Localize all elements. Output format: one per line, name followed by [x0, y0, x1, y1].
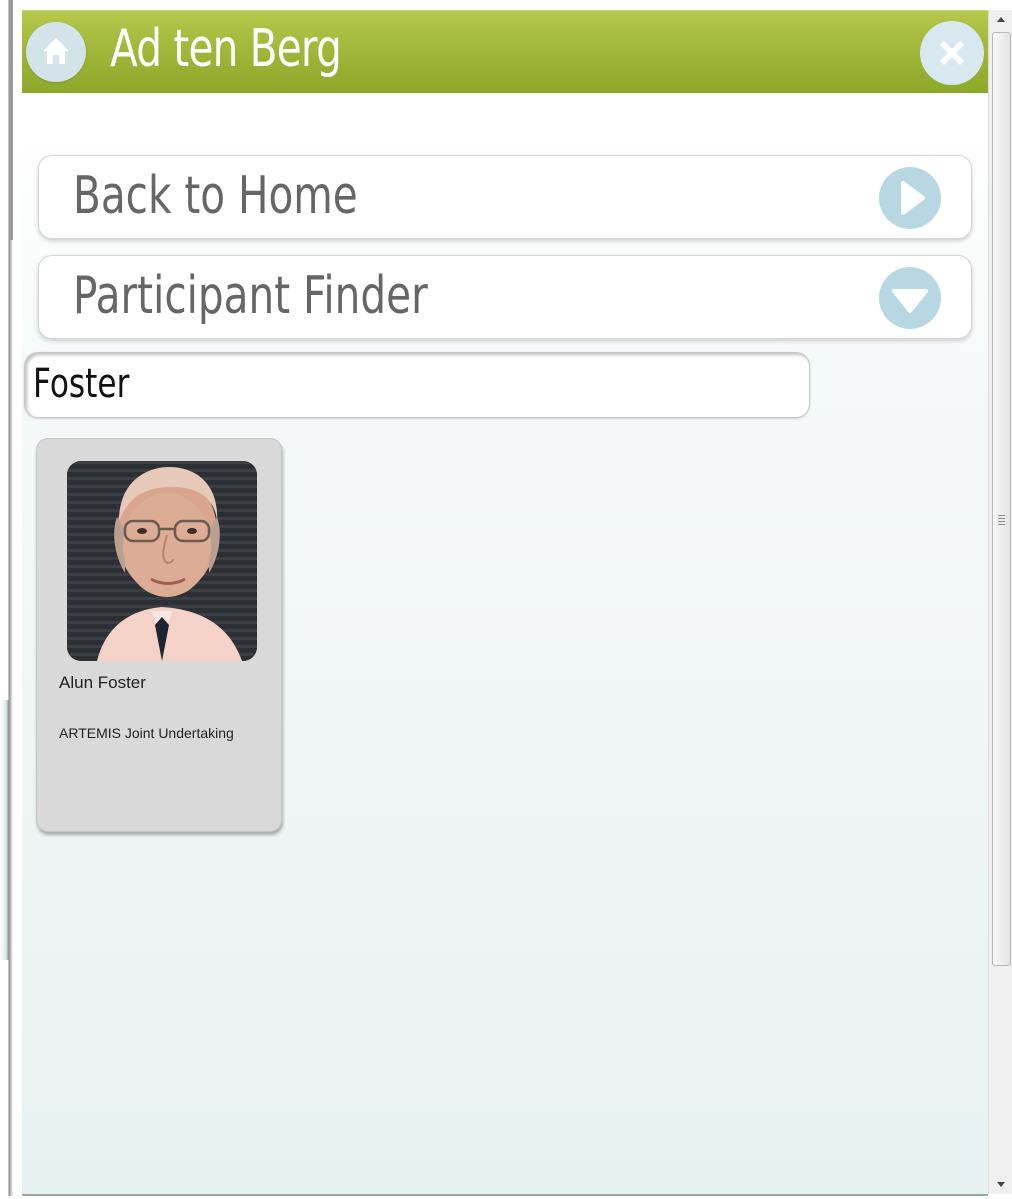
grip-icon [998, 515, 1005, 527]
back-to-home-row[interactable]: Back to Home [38, 155, 972, 239]
arrow-right-button[interactable] [879, 167, 941, 229]
app-window: Ad ten Berg Back to Home Participant Fin… [22, 10, 988, 1196]
participant-search-input[interactable]: Foster [24, 352, 810, 418]
page-title: Ad ten Berg [110, 19, 342, 79]
header-bar: Ad ten Berg [22, 10, 988, 93]
scroll-down-button[interactable] [989, 1174, 1012, 1194]
participant-card[interactable]: Alun Foster ARTEMIS Joint Undertaking [36, 438, 282, 832]
participant-finder-row[interactable]: Participant Finder [38, 255, 972, 339]
vertical-scrollbar[interactable] [988, 10, 1012, 1194]
scroll-down-icon [997, 1182, 1005, 1187]
arrow-down-button[interactable] [879, 267, 941, 329]
scroll-up-button[interactable] [989, 10, 1012, 30]
home-icon [43, 38, 69, 64]
scroll-thumb[interactable] [992, 32, 1011, 966]
participant-name: Alun Foster [59, 673, 146, 692]
participant-organisation: ARTEMIS Joint Undertaking [59, 725, 234, 741]
scroll-up-icon [997, 17, 1005, 22]
close-button[interactable] [920, 21, 984, 85]
portrait-photo [67, 461, 257, 661]
window-left-edge [0, 0, 22, 1196]
arrow-right-icon [901, 181, 925, 215]
home-button[interactable] [26, 22, 86, 82]
close-icon [940, 41, 964, 65]
arrow-down-icon [892, 289, 928, 313]
search-input-value: Foster [33, 361, 130, 407]
back-to-home-label: Back to Home [73, 166, 358, 226]
participant-finder-label: Participant Finder [73, 266, 428, 326]
